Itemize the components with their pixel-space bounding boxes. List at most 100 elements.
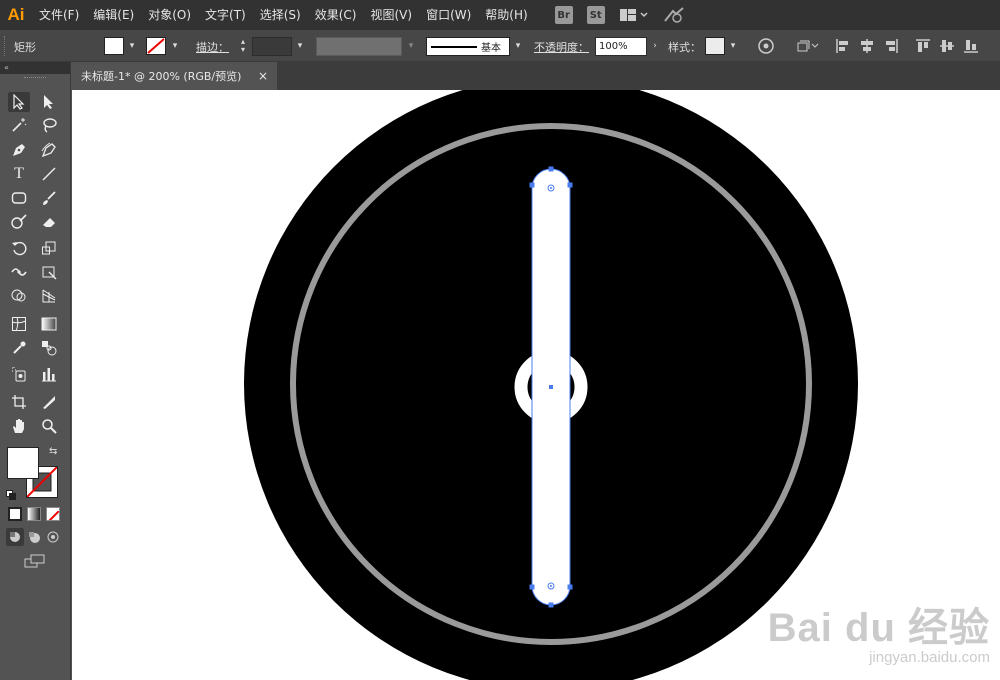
menu-object[interactable]: 对象(O) xyxy=(141,0,198,30)
menu-window[interactable]: 窗口(W) xyxy=(419,0,478,30)
grip-icon xyxy=(4,36,7,56)
tools-panel-collapse-icon[interactable]: « xyxy=(0,62,70,74)
scale-tool-icon[interactable] xyxy=(38,238,60,258)
eyedropper-tool-icon[interactable] xyxy=(8,338,30,358)
illustrator-window: Ai 文件(F) 编辑(E) 对象(O) 文字(T) 选择(S) 效果(C) 视… xyxy=(0,0,1000,680)
shaper-tool-icon[interactable] xyxy=(8,212,30,232)
style-label: 样式： xyxy=(668,41,701,54)
document-tab[interactable]: 未标题-1* @ 200% (RGB/预览) × xyxy=(72,62,277,90)
opacity-expand-icon[interactable]: › xyxy=(648,37,662,55)
align-horizontal-center-icon[interactable] xyxy=(858,37,876,55)
default-fill-stroke-icon[interactable] xyxy=(6,485,16,500)
anchor-point-top[interactable] xyxy=(548,166,554,172)
document-tab-title: 未标题-1* @ 200% (RGB/预览) xyxy=(81,70,242,83)
opacity-input[interactable]: 100% xyxy=(595,37,647,56)
align-left-icon[interactable] xyxy=(834,37,852,55)
curvature-tool-icon[interactable] xyxy=(38,140,60,160)
gradient-mode-icon[interactable] xyxy=(27,507,41,521)
direct-selection-tool-icon[interactable] xyxy=(38,92,60,112)
recolor-artwork-icon[interactable] xyxy=(757,37,775,55)
change-screen-mode-icon[interactable] xyxy=(22,552,48,570)
type-tool-icon[interactable]: T xyxy=(8,164,30,184)
app-logo: Ai xyxy=(7,5,25,24)
swap-fill-stroke-icon[interactable]: ⇆ xyxy=(49,446,57,457)
arrange-documents-icon[interactable] xyxy=(619,6,649,24)
style-dropdown-icon[interactable]: ▾ xyxy=(726,37,740,55)
selection-tool-icon[interactable] xyxy=(8,92,30,112)
none-mode-icon[interactable] xyxy=(46,507,60,521)
gpu-performance-icon[interactable] xyxy=(663,6,685,24)
paintbrush-tool-icon[interactable] xyxy=(38,188,60,208)
pen-tool-icon[interactable] xyxy=(8,140,30,160)
menu-type[interactable]: 文字(T) xyxy=(198,0,253,30)
stroke-swatch[interactable] xyxy=(146,37,166,55)
symbol-sprayer-tool-icon[interactable] xyxy=(8,364,30,384)
menu-file[interactable]: 文件(F) xyxy=(32,0,86,30)
anchor-point-top-left[interactable] xyxy=(529,182,535,188)
anchor-point-bottom-right[interactable] xyxy=(567,584,573,590)
anchor-point-bottom[interactable] xyxy=(548,602,554,608)
anchor-point-bottom-left[interactable] xyxy=(529,584,535,590)
tools-panel: « T ⇆ xyxy=(0,62,71,680)
brush-stroke-preview xyxy=(431,45,477,48)
bridge-button[interactable]: Br xyxy=(554,6,573,24)
align-top-icon[interactable] xyxy=(914,37,932,55)
menu-effect[interactable]: 效果(C) xyxy=(308,0,364,30)
shape-builder-tool-icon[interactable] xyxy=(8,286,30,306)
variable-width-profile[interactable] xyxy=(316,37,402,56)
line-segment-tool-icon[interactable] xyxy=(38,164,60,184)
hand-tool-icon[interactable] xyxy=(8,416,30,436)
column-graph-tool-icon[interactable] xyxy=(38,364,60,384)
close-tab-icon[interactable]: × xyxy=(258,69,268,83)
mesh-tool-icon[interactable] xyxy=(8,314,30,334)
align-right-icon[interactable] xyxy=(882,37,900,55)
color-mode-icon[interactable] xyxy=(8,507,22,521)
stroke-label[interactable]: 描边： xyxy=(196,39,229,55)
fill-dropdown-icon[interactable]: ▾ xyxy=(125,37,139,55)
graphic-style-swatch[interactable] xyxy=(705,37,725,55)
center-point xyxy=(549,385,553,389)
free-transform-tool-icon[interactable] xyxy=(38,262,60,282)
menu-view[interactable]: 视图(V) xyxy=(363,0,419,30)
fill-color-box[interactable] xyxy=(7,447,39,479)
lasso-tool-icon[interactable] xyxy=(38,115,60,135)
perspective-grid-tool-icon[interactable] xyxy=(38,286,60,306)
artboard-tool-icon[interactable] xyxy=(8,392,30,412)
align-vertical-center-icon[interactable] xyxy=(938,37,956,55)
gradient-tool-icon[interactable] xyxy=(38,314,60,334)
draw-normal-icon[interactable] xyxy=(6,528,24,546)
blend-tool-icon[interactable] xyxy=(38,338,60,358)
zoom-tool-icon[interactable] xyxy=(38,416,60,436)
width-tool-icon[interactable] xyxy=(8,262,30,282)
anchor-point-top-right[interactable] xyxy=(567,182,573,188)
draw-inside-icon[interactable] xyxy=(44,528,62,546)
draw-behind-icon[interactable] xyxy=(25,528,43,546)
stock-button[interactable]: St xyxy=(586,6,605,24)
rectangle-tool-icon[interactable] xyxy=(8,188,30,208)
eraser-tool-icon[interactable] xyxy=(38,212,60,232)
menu-select[interactable]: 选择(S) xyxy=(253,0,308,30)
menu-bar: Ai 文件(F) 编辑(E) 对象(O) 文字(T) 选择(S) 效果(C) 视… xyxy=(0,0,1000,30)
live-corner-widget-bottom-dot xyxy=(550,585,552,587)
stroke-weight-stepper[interactable]: ▴ ▾ xyxy=(234,37,252,55)
variable-width-dropdown-icon[interactable]: ▾ xyxy=(404,37,418,55)
brush-dropdown-icon[interactable]: ▾ xyxy=(511,37,525,55)
rotate-tool-icon[interactable] xyxy=(8,238,30,258)
artboard-canvas[interactable]: Bai du 经验 jingyan.baidu.com xyxy=(72,90,1000,680)
slice-tool-icon[interactable] xyxy=(38,392,60,412)
live-corner-widget-top-dot xyxy=(550,187,552,189)
fill-swatch[interactable] xyxy=(104,37,124,55)
menu-edit[interactable]: 编辑(E) xyxy=(86,0,141,30)
menu-help[interactable]: 帮助(H) xyxy=(478,0,534,30)
opacity-label[interactable]: 不透明度： xyxy=(534,39,589,55)
object-type-label: 矩形 xyxy=(14,41,36,54)
align-to-icon[interactable] xyxy=(795,37,821,55)
magic-wand-tool-icon[interactable] xyxy=(8,115,30,135)
stroke-weight-dropdown-icon[interactable]: ▾ xyxy=(293,37,307,55)
brush-definition[interactable]: 基本 xyxy=(426,37,510,56)
align-bottom-icon[interactable] xyxy=(962,37,980,55)
stroke-dropdown-icon[interactable]: ▾ xyxy=(168,37,182,55)
brush-definition-label: 基本 xyxy=(481,43,501,54)
document-tab-bar: 未标题-1* @ 200% (RGB/预览) × xyxy=(72,62,1000,90)
stroke-weight-input[interactable] xyxy=(252,37,292,56)
